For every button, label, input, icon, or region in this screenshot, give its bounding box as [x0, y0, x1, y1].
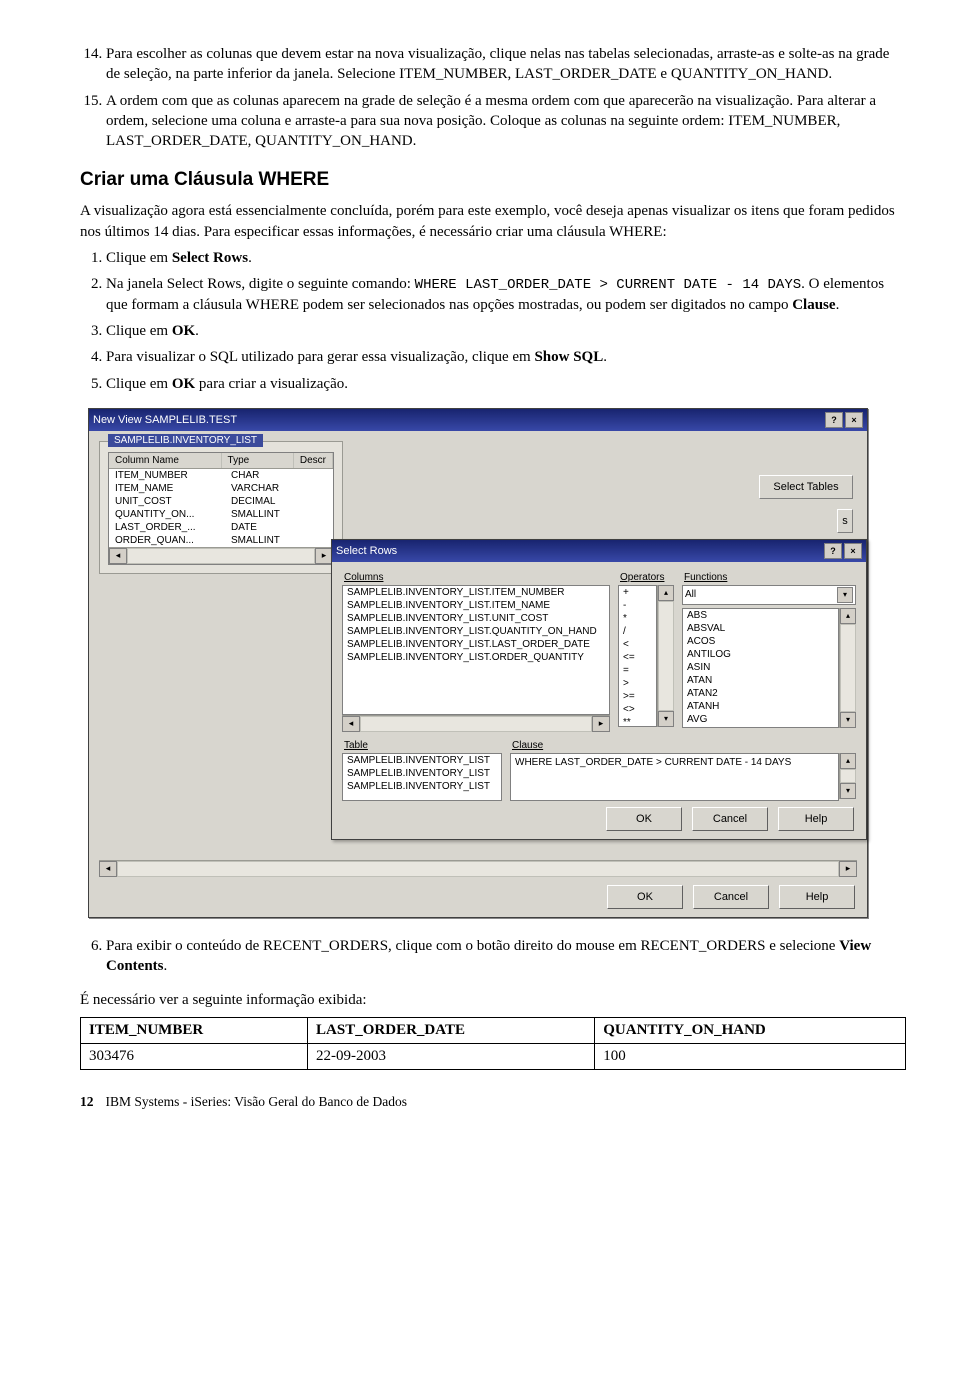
outer-ok-button[interactable]: OK [607, 885, 683, 909]
scroll-down-icon[interactable]: ▾ [658, 711, 674, 727]
table-row: 303476 22-09-2003 100 [81, 1043, 906, 1069]
grid-body: ITEM_NUMBERCHARITEM_NAMEVARCHARUNIT_COST… [109, 469, 333, 547]
columns-listbox[interactable]: SAMPLELIB.INVENTORY_LIST.ITEM_NUMBERSAMP… [342, 585, 610, 715]
operators-listbox[interactable]: +-*/<<==>>=<>**|| [618, 585, 657, 727]
intro-paragraph: A visualização agora está essencialmente… [80, 201, 906, 242]
outer-hscroll[interactable]: ◂ ▸ [99, 860, 857, 877]
functions-listbox[interactable]: ABSABSVALACOSANTILOGASINATANATAN2ATANHAV… [682, 608, 839, 728]
step-5: Clique em OK para criar a visualização. [106, 374, 906, 394]
table-listbox[interactable]: SAMPLELIB.INVENTORY_LISTSAMPLELIB.INVENT… [342, 753, 502, 801]
scroll-up-icon[interactable]: ▴ [840, 608, 856, 624]
step-1: Clique em Select Rows. [106, 248, 906, 268]
scroll-left-icon[interactable]: ◂ [342, 716, 360, 732]
help-icon[interactable]: ? [824, 543, 842, 559]
outer-cancel-button[interactable]: Cancel [693, 885, 769, 909]
scroll-right-icon[interactable]: ▸ [592, 716, 610, 732]
step-3: Clique em OK. [106, 321, 906, 341]
close-icon[interactable]: × [845, 412, 863, 428]
side-button-2[interactable]: s [837, 509, 853, 533]
functions-combo[interactable]: All ▾ [682, 585, 856, 605]
table-header-row: ITEM_NUMBER LAST_ORDER_DATE QUANTITY_ON_… [81, 1017, 906, 1043]
clause-textarea[interactable]: WHERE LAST_ORDER_DATE > CURRENT DATE - 1… [510, 753, 839, 801]
scroll-left-icon[interactable]: ◂ [99, 861, 117, 877]
chevron-down-icon[interactable]: ▾ [837, 587, 853, 603]
columns-grid[interactable]: Column Name Type Descr ITEM_NUMBERCHARIT… [108, 452, 334, 565]
outer-window: New View SAMPLELIB.TEST ? × SAMPLELIB.IN… [88, 408, 868, 918]
page-footer: 12 IBM Systems - iSeries: Visão Geral do … [80, 1094, 906, 1110]
panel-legend: SAMPLELIB.INVENTORY_LIST [108, 434, 263, 447]
ordered-list-14: Para escolher as colunas que devem estar… [80, 44, 906, 151]
result-table: ITEM_NUMBER LAST_ORDER_DATE QUANTITY_ON_… [80, 1017, 906, 1070]
scroll-left-icon[interactable]: ◂ [109, 548, 127, 564]
clause-vscroll[interactable]: ▴ ▾ [839, 753, 856, 799]
help-icon[interactable]: ? [825, 412, 843, 428]
outer-help-button[interactable]: Help [779, 885, 855, 909]
operators-label: Operators [620, 572, 674, 583]
grid-hscroll[interactable]: ◂ ▸ [109, 547, 333, 564]
close-icon[interactable]: × [844, 543, 862, 559]
footer-text: IBM Systems - iSeries: Visão Geral do Ba… [106, 1094, 408, 1109]
ordered-list-6: Para exibir o conteúdo de RECENT_ORDERS,… [80, 936, 906, 977]
inner-title: Select Rows [336, 545, 397, 557]
screenshot-new-view: New View SAMPLELIB.TEST ? × SAMPLELIB.IN… [88, 408, 868, 918]
columns-panel: SAMPLELIB.INVENTORY_LIST Column Name Typ… [99, 441, 343, 574]
ordered-list-where: Clique em Select Rows. Na janela Select … [80, 248, 906, 394]
step-2: Na janela Select Rows, digite o seguinte… [106, 274, 906, 315]
scroll-down-icon[interactable]: ▾ [840, 712, 856, 728]
section-heading: Criar uma Cláusula WHERE [80, 169, 906, 191]
list-item-14: Para escolher as colunas que devem estar… [106, 44, 906, 85]
inner-help-button[interactable]: Help [778, 807, 854, 831]
columns-label: Columns [344, 572, 610, 583]
select-tables-button[interactable]: Select Tables [759, 475, 853, 499]
outer-titlebar: New View SAMPLELIB.TEST ? × [89, 409, 867, 431]
scroll-up-icon[interactable]: ▴ [658, 585, 674, 601]
list-item-15: A ordem com que as colunas aparecem na g… [106, 91, 906, 152]
cols-hscroll[interactable]: ◂ ▸ [342, 715, 610, 732]
fn-vscroll[interactable]: ▴ ▾ [839, 608, 856, 728]
outer-title: New View SAMPLELIB.TEST [93, 414, 237, 426]
select-rows-dialog: Select Rows ? × Columns SAMPLE [331, 539, 867, 840]
scroll-up-icon[interactable]: ▴ [840, 753, 856, 769]
inner-cancel-button[interactable]: Cancel [692, 807, 768, 831]
scroll-down-icon[interactable]: ▾ [840, 783, 856, 799]
scroll-right-icon[interactable]: ▸ [839, 861, 857, 877]
step-6: Para exibir o conteúdo de RECENT_ORDERS,… [106, 936, 906, 977]
ops-vscroll[interactable]: ▴ ▾ [657, 585, 674, 727]
table-label: Table [344, 740, 502, 751]
clause-label: Clause [512, 740, 856, 751]
grid-header: Column Name Type Descr [109, 453, 333, 469]
table-intro: É necessário ver a seguinte informação e… [80, 990, 906, 1010]
step-4: Para visualizar o SQL utilizado para ger… [106, 347, 906, 367]
inner-ok-button[interactable]: OK [606, 807, 682, 831]
functions-label: Functions [684, 572, 856, 583]
inner-titlebar: Select Rows ? × [332, 540, 866, 562]
page-number: 12 [80, 1094, 94, 1109]
